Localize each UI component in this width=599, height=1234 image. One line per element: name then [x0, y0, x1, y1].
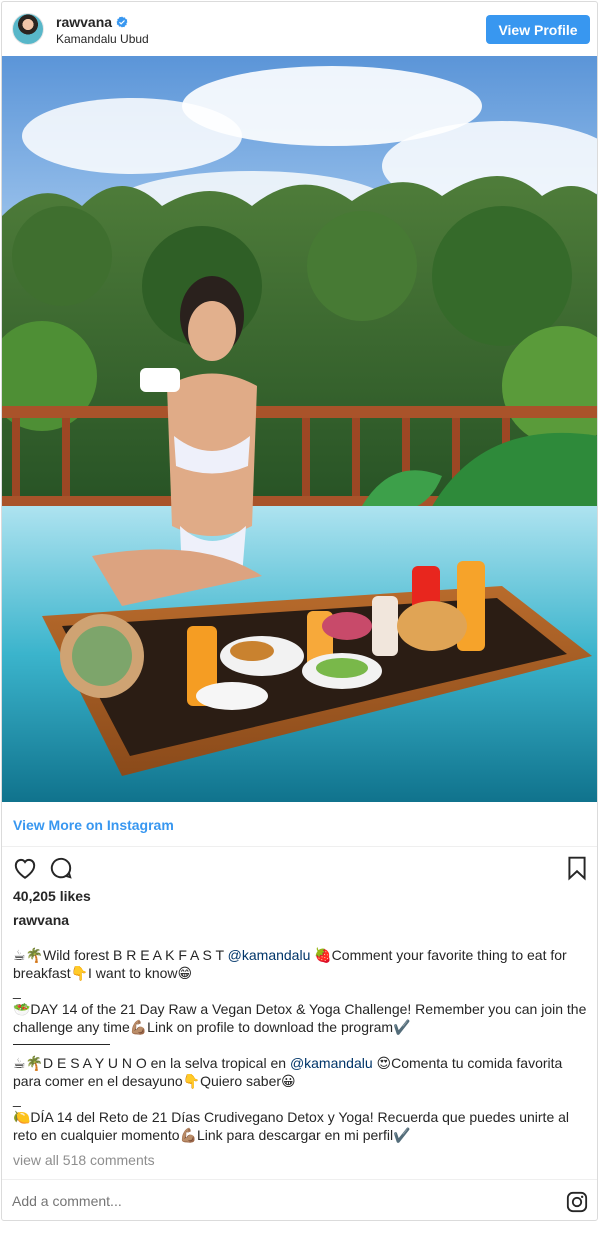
instagram-embed-card: rawvana Kamandalu Ubud View Profile View…: [1, 1, 598, 1221]
comment-icon[interactable]: [48, 855, 74, 881]
caption-en-challenge: 🥗DAY 14 of the 21 Day Raw a Vegan Detox …: [13, 1001, 587, 1035]
view-profile-button[interactable]: View Profile: [486, 15, 590, 44]
view-more-bar: View More on Instagram: [2, 802, 597, 847]
location-link[interactable]: Kamandalu Ubud: [56, 32, 149, 46]
caption-separator: _: [13, 1091, 21, 1107]
instagram-glyph-icon[interactable]: [566, 1191, 588, 1213]
action-bar: [2, 847, 597, 887]
mention-link[interactable]: @kamandalu: [228, 947, 311, 963]
caption-separator: _: [13, 983, 21, 999]
username-link[interactable]: rawvana: [56, 14, 112, 30]
verified-badge-icon: [116, 16, 128, 28]
bookmark-icon[interactable]: [564, 855, 590, 881]
view-more-on-instagram-link[interactable]: View More on Instagram: [13, 817, 174, 833]
caption-username[interactable]: rawvana: [13, 912, 69, 928]
caption-text: ☕🌴Wild forest B R E A K F A S T: [13, 947, 228, 963]
view-all-comments-link[interactable]: view all 518 comments: [13, 1152, 155, 1168]
caption-divider: [13, 1044, 110, 1045]
heart-icon[interactable]: [12, 855, 38, 881]
caption-es-paragraph: ☕🌴D E S A Y U N O en la selva tropical e…: [13, 1054, 593, 1090]
likes-count[interactable]: 40,205 likes: [13, 888, 91, 904]
avatar[interactable]: [12, 13, 44, 45]
caption-text: ☕🌴D E S A Y U N O en la selva tropical e…: [13, 1055, 290, 1071]
comment-bar: [2, 1179, 597, 1220]
add-comment-input[interactable]: [12, 1193, 532, 1209]
user-line: rawvana: [56, 14, 128, 30]
post-photo[interactable]: [2, 56, 597, 802]
caption-es-challenge: 🍋DÍA 14 del Reto de 21 Días Crudivegano …: [13, 1109, 570, 1143]
post-header: rawvana Kamandalu Ubud View Profile: [2, 2, 597, 56]
mention-link[interactable]: @kamandalu: [290, 1055, 373, 1071]
caption-en-paragraph: ☕🌴Wild forest B R E A K F A S T @kamanda…: [13, 946, 593, 982]
post-photo-illustration: [2, 56, 597, 802]
post-caption: ☕🌴Wild forest B R E A K F A S T @kamanda…: [13, 946, 593, 1144]
